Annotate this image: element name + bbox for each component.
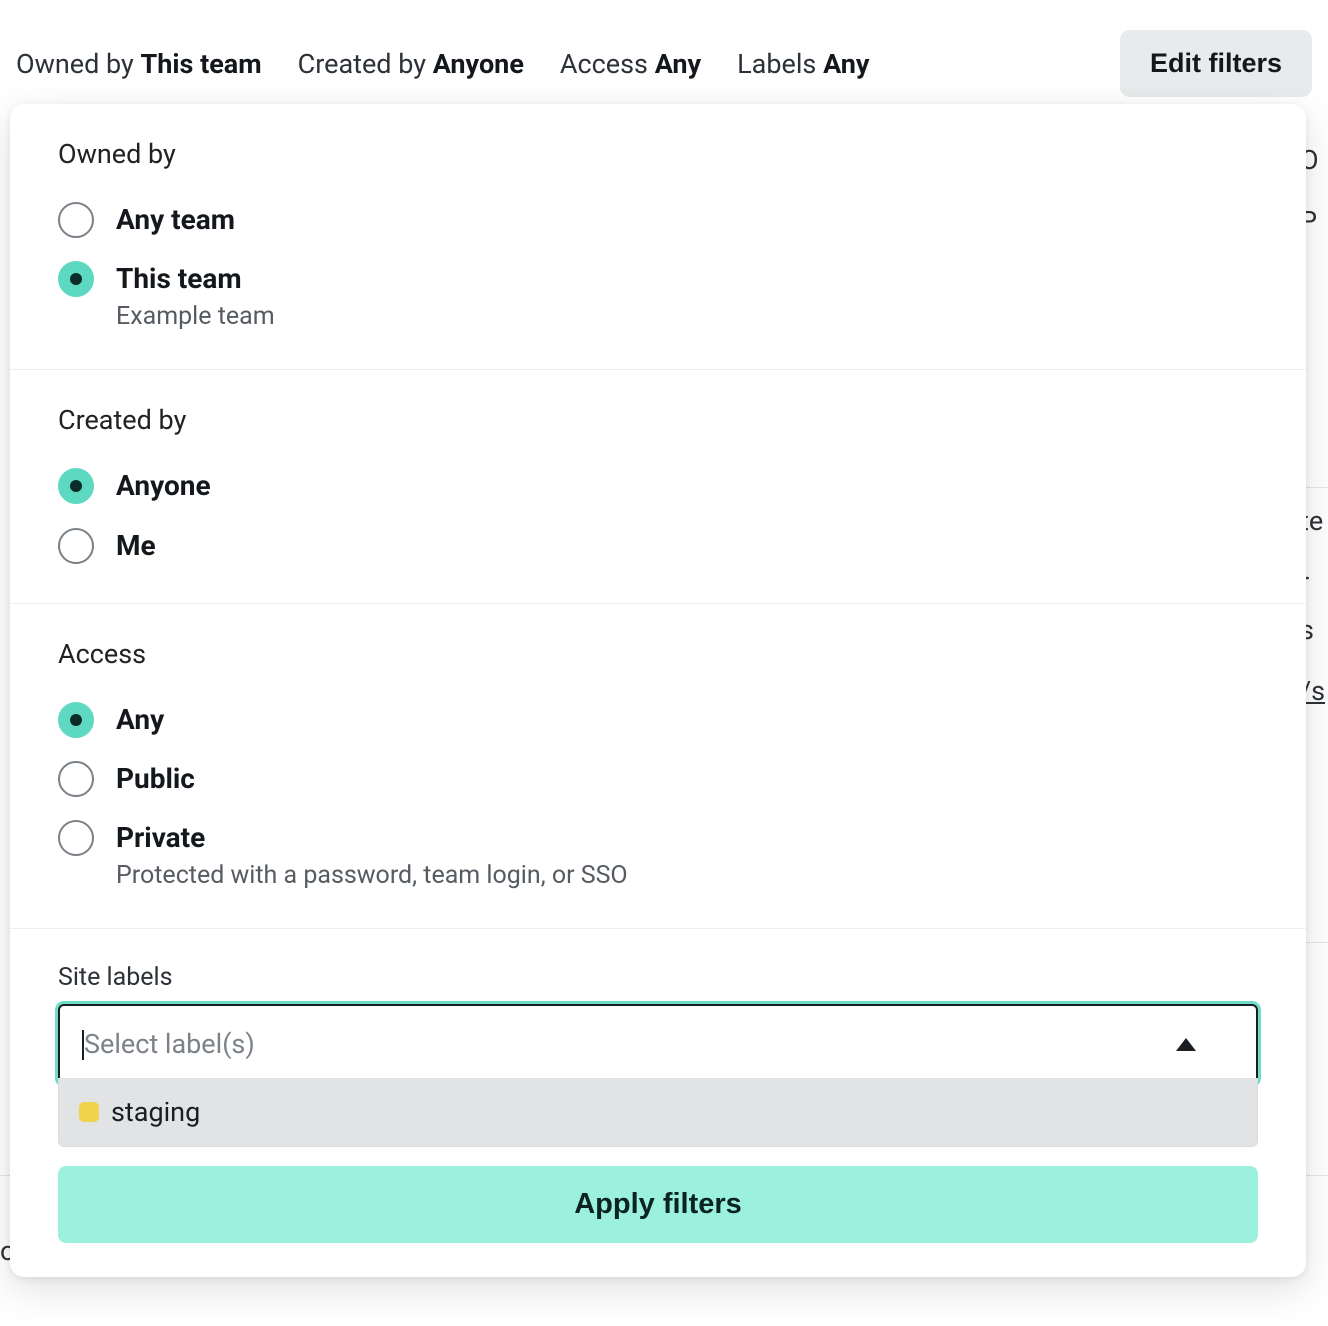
section-title-access: Access — [58, 638, 1258, 670]
radio-sublabel: Example team — [116, 302, 275, 331]
section-title-site-labels: Site labels — [58, 963, 1258, 992]
section-title-owned-by: Owned by — [58, 138, 1258, 170]
radio-icon — [58, 261, 94, 297]
site-labels-placeholder: Select label(s) — [84, 1028, 255, 1060]
filter-owned-by-value: This team — [141, 48, 262, 80]
radio-owned-by-this-team[interactable]: This team Example team — [58, 249, 1258, 341]
radio-icon — [58, 761, 94, 797]
filter-created-by-label: Created by — [298, 48, 426, 80]
site-labels-dropdown: staging — [58, 1078, 1258, 1147]
radio-access-any[interactable]: Any — [58, 690, 1258, 749]
text-cursor-icon — [82, 1030, 84, 1060]
radio-created-by-anyone[interactable]: Anyone — [58, 456, 1258, 515]
radio-icon — [58, 820, 94, 856]
filter-access-value: Any — [655, 48, 701, 80]
radio-label: This team — [116, 259, 275, 298]
section-site-labels: Site labels Select label(s) staging — [10, 929, 1306, 1084]
section-title-created-by: Created by — [58, 404, 1258, 436]
filter-labels[interactable]: Labels Any — [737, 48, 869, 80]
filter-created-by[interactable]: Created by Anyone — [298, 48, 524, 80]
section-owned-by: Owned by Any team This team Example team — [10, 104, 1306, 370]
radio-icon — [58, 528, 94, 564]
filter-labels-value: Any — [823, 48, 869, 80]
label-color-swatch-icon — [79, 1102, 99, 1122]
radio-icon — [58, 468, 94, 504]
label-option-text: staging — [111, 1096, 200, 1128]
label-option-staging[interactable]: staging — [59, 1078, 1257, 1146]
radio-owned-by-any-team[interactable]: Any team — [58, 190, 1258, 249]
filter-panel: Owned by Any team This team Example team… — [10, 104, 1306, 1277]
filter-created-by-value: Anyone — [433, 48, 524, 80]
radio-access-public[interactable]: Public — [58, 749, 1258, 808]
filter-owned-by[interactable]: Owned by This team — [16, 48, 262, 80]
radio-label: Public — [116, 759, 195, 798]
site-labels-select[interactable]: Select label(s) — [58, 1004, 1258, 1084]
radio-label: Any — [116, 700, 164, 739]
filter-access-label: Access — [560, 48, 648, 80]
radio-sublabel: Protected with a password, team login, o… — [116, 861, 628, 890]
radio-icon — [58, 702, 94, 738]
radio-created-by-me[interactable]: Me — [58, 516, 1258, 575]
chevron-up-icon[interactable] — [1176, 1038, 1196, 1051]
filter-owned-by-label: Owned by — [16, 48, 134, 80]
radio-icon — [58, 202, 94, 238]
edit-filters-button[interactable]: Edit filters — [1120, 30, 1312, 97]
radio-label: Any team — [116, 200, 235, 239]
apply-filters-button[interactable]: Apply filters — [58, 1166, 1258, 1243]
filter-access[interactable]: Access Any — [560, 48, 701, 80]
radio-access-private[interactable]: Private Protected with a password, team … — [58, 808, 1258, 900]
radio-label: Me — [116, 526, 156, 565]
filter-labels-label: Labels — [737, 48, 816, 80]
radio-label: Private — [116, 818, 628, 857]
section-created-by: Created by Anyone Me — [10, 370, 1306, 603]
radio-label: Anyone — [116, 466, 211, 505]
site-labels-select-wrap: Select label(s) staging — [58, 1004, 1258, 1084]
section-access: Access Any Public Private Protected with… — [10, 604, 1306, 930]
